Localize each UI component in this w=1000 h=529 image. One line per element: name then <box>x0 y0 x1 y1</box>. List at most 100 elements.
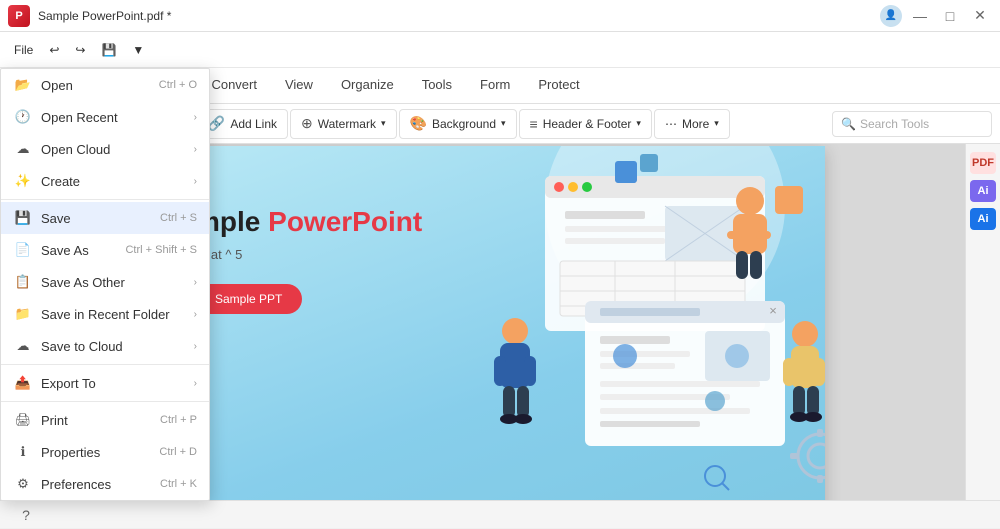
properties-icon: ℹ <box>13 442 33 462</box>
minimize-button[interactable]: — <box>908 4 932 28</box>
watermark-button[interactable]: ⊕ Watermark ▾ <box>290 109 397 139</box>
search-icon: 🔍 <box>841 117 856 131</box>
right-icon-ai2[interactable]: Ai <box>970 208 996 230</box>
menu-item-open-recent[interactable]: 🕐 Open Recent › <box>1 101 209 133</box>
menu-open-label: Open <box>41 78 159 93</box>
slide-canvas: mple PowerPoint Shat ^ 5 Sample PPT <box>175 146 825 526</box>
toolbar: File ↩ ↪ 💾 ▼ <box>0 32 1000 68</box>
header-footer-icon: ≡ <box>530 116 538 132</box>
redo-button[interactable]: ↪ <box>69 37 91 63</box>
slide-cta-button[interactable]: Sample PPT <box>195 284 302 314</box>
print-icon: 🖨 <box>13 410 33 430</box>
background-button[interactable]: 🎨 Background ▾ <box>399 109 517 139</box>
save-icon: 💾 <box>101 43 116 57</box>
menu-item-export[interactable]: 📤 Export To › <box>1 367 209 399</box>
status-bar: ? <box>0 500 1000 528</box>
menu-save-as-shortcut: Ctrl + Shift + S <box>125 244 197 256</box>
menu-item-create[interactable]: ✨ Create › <box>1 165 209 197</box>
save-cloud-arrow: › <box>194 341 197 352</box>
menu-divider-3 <box>1 401 209 402</box>
menu-save-recent-label: Save in Recent Folder <box>41 307 194 322</box>
export-arrow: › <box>194 378 197 389</box>
preferences-icon: ⚙ <box>13 474 33 494</box>
window-controls: 👤 — □ ✕ <box>880 4 992 28</box>
save-as-other-icon: 📋 <box>13 272 33 292</box>
watermark-icon: ⊕ <box>301 115 313 132</box>
menu-item-save-recent[interactable]: 📁 Save in Recent Folder › <box>1 298 209 330</box>
nav-protect[interactable]: Protect <box>524 68 593 104</box>
nav-view[interactable]: View <box>271 68 327 104</box>
menu-preferences-shortcut: Ctrl + K <box>160 478 197 490</box>
save-as-icon: 📄 <box>13 240 33 260</box>
more-toolbar-button[interactable]: ▼ <box>126 37 150 63</box>
header-footer-button[interactable]: ≡ Header & Footer ▾ <box>519 109 652 139</box>
menu-open-cloud-label: Open Cloud <box>41 142 194 157</box>
nav-form[interactable]: Form <box>466 68 524 104</box>
svg-text:×: × <box>769 303 777 318</box>
more-icon: ▼ <box>132 43 144 57</box>
right-sidebar: PDF Ai Ai <box>965 144 1000 528</box>
menu-item-properties[interactable]: ℹ Properties Ctrl + D <box>1 436 209 468</box>
menu-print-shortcut: Ctrl + P <box>160 414 197 426</box>
menu-item-save-as[interactable]: 📄 Save As Ctrl + Shift + S <box>1 234 209 266</box>
open-icon: 📂 <box>13 75 33 95</box>
redo-icon: ↪ <box>75 43 85 57</box>
menu-properties-shortcut: Ctrl + D <box>159 446 197 458</box>
menu-item-save[interactable]: 💾 Save Ctrl + S <box>1 202 209 234</box>
menu-item-preferences[interactable]: ⚙ Preferences Ctrl + K <box>1 468 209 500</box>
menu-save-shortcut: Ctrl + S <box>160 212 197 224</box>
undo-icon: ↩ <box>49 43 59 57</box>
save-as-other-arrow: › <box>194 277 197 288</box>
slide-title-red: PowerPoint <box>268 206 422 237</box>
file-dropdown-menu: 📂 Open Ctrl + O 🕐 Open Recent › ☁ Open C… <box>0 68 210 501</box>
app-logo: P <box>8 5 30 27</box>
more-edit-arrow: ▾ <box>714 118 719 129</box>
watermark-arrow: ▾ <box>381 118 386 129</box>
add-link-icon: 🔗 <box>208 115 225 132</box>
menu-item-open[interactable]: 📂 Open Ctrl + O <box>1 69 209 101</box>
avatar-icon[interactable]: 👤 <box>880 5 902 27</box>
open-cloud-arrow: › <box>194 144 197 155</box>
create-arrow: › <box>194 176 197 187</box>
title-bar-text: Sample PowerPoint.pdf * <box>38 9 880 23</box>
menu-preferences-label: Preferences <box>41 477 160 492</box>
menu-item-save-cloud[interactable]: ☁ Save to Cloud › <box>1 330 209 362</box>
search-box[interactable]: 🔍 Search Tools <box>832 111 992 137</box>
menu-item-print[interactable]: 🖨 Print Ctrl + P <box>1 404 209 436</box>
menu-properties-label: Properties <box>41 445 159 460</box>
open-cloud-icon: ☁ <box>13 139 33 159</box>
close-button[interactable]: ✕ <box>968 4 992 28</box>
nav-organize[interactable]: Organize <box>327 68 408 104</box>
open-recent-arrow: › <box>194 112 197 123</box>
help-button[interactable]: ? <box>12 501 40 529</box>
save-toolbar-button[interactable]: 💾 <box>95 37 122 63</box>
background-icon: 🎨 <box>410 115 427 132</box>
right-icon-pdf[interactable]: PDF <box>970 152 996 174</box>
more-edit-button[interactable]: ⋯ More ▾ <box>654 109 730 139</box>
menu-item-save-as-other[interactable]: 📋 Save As Other › <box>1 266 209 298</box>
file-menu-button[interactable]: File <box>8 37 39 63</box>
export-icon: 📤 <box>13 373 33 393</box>
menu-save-as-label: Save As <box>41 243 125 258</box>
slide-title: mple PowerPoint <box>195 206 422 238</box>
slide-subtitle: Shat ^ 5 <box>195 246 422 264</box>
create-icon: ✨ <box>13 171 33 191</box>
undo-button[interactable]: ↩ <box>43 37 65 63</box>
right-icon-ai1[interactable]: Ai <box>970 180 996 202</box>
menu-divider-2 <box>1 364 209 365</box>
slide-svg: × <box>465 146 825 526</box>
save-cloud-icon: ☁ <box>13 336 33 356</box>
header-footer-arrow: ▾ <box>636 118 641 129</box>
menu-open-recent-label: Open Recent <box>41 110 194 125</box>
nav-tools[interactable]: Tools <box>408 68 466 104</box>
slide-illustration: × <box>465 146 825 526</box>
title-bar: P Sample PowerPoint.pdf * 👤 — □ ✕ <box>0 0 1000 32</box>
menu-item-open-cloud[interactable]: ☁ Open Cloud › <box>1 133 209 165</box>
add-link-button[interactable]: 🔗 Add Link <box>197 109 288 139</box>
menu-save-cloud-label: Save to Cloud <box>41 339 194 354</box>
slide-text-area: mple PowerPoint Shat ^ 5 Sample PPT <box>175 186 442 334</box>
maximize-button[interactable]: □ <box>938 4 962 28</box>
save-icon: 💾 <box>13 208 33 228</box>
save-recent-icon: 📁 <box>13 304 33 324</box>
more-edit-icon: ⋯ <box>665 117 677 131</box>
